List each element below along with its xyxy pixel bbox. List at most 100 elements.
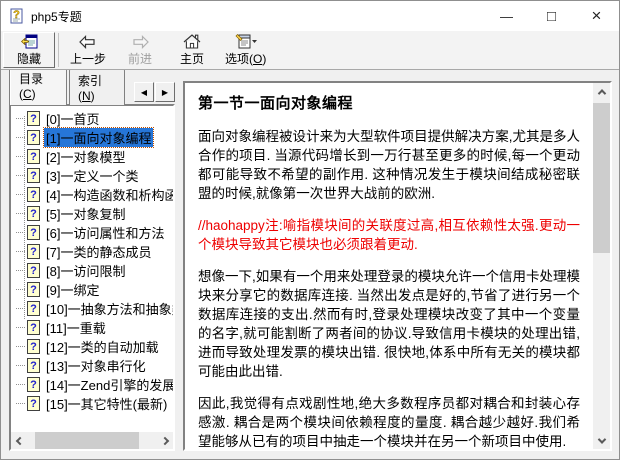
svg-text:?: ?: [30, 322, 37, 334]
help-topic-icon: ?: [27, 206, 40, 221]
tree-item-label: [5]一对象复制: [44, 204, 127, 223]
toolbar-separator: [58, 33, 59, 67]
tree-item[interactable]: ? [7]一类的静态成员: [16, 242, 171, 261]
tree-connector: [16, 403, 25, 404]
back-arrow-icon: [78, 34, 98, 50]
scroll-left-button[interactable]: [11, 432, 28, 449]
svg-text:?: ?: [30, 113, 37, 125]
body-paragraph: 想像一下,如果有一个用来处理登录的模块允许一个信用卡处理模块来分享它的数据库连接…: [198, 267, 580, 381]
back-button[interactable]: 上一步: [62, 32, 114, 68]
tree-item[interactable]: ? [8]一访问限制: [16, 261, 171, 280]
tree-connector: [16, 232, 25, 233]
tree-item[interactable]: ?[1]一面向对象编程: [16, 128, 171, 147]
tab-scroll-buttons: ◀▶: [134, 82, 175, 102]
tree-horizontal-scrollbar[interactable]: [11, 432, 173, 449]
topic-content-pane: 第一节一面向对象编程 面向对象编程被设计来为大型软件项目提供解决方案,尤其是多人…: [183, 81, 612, 451]
tree-item-label: [0]一首页: [44, 109, 101, 128]
tree-item[interactable]: ?[13]一对象串行化: [16, 356, 171, 375]
tab-contents[interactable]: 目录(C): [9, 70, 67, 105]
maximize-button[interactable]: □: [529, 1, 574, 31]
tree-item-label: [3]一定义一个类: [44, 166, 140, 185]
tree-item[interactable]: ?[6]一访问属性和方法: [16, 223, 171, 242]
tree-connector: [16, 175, 25, 176]
help-topic-icon: ?: [27, 339, 40, 354]
content-vertical-scrollbar[interactable]: [593, 83, 610, 449]
chevron-left-icon: [15, 436, 23, 444]
tree-connector: [16, 270, 25, 271]
tree-item[interactable]: ?[12]一类的自动加载: [16, 337, 171, 356]
tab-strip: 目录(C)索引(N)◀▶: [9, 81, 175, 104]
tree-item-label: [14]一Zend引擎的发展: [44, 375, 175, 394]
scroll-down-button[interactable]: [593, 432, 610, 449]
tab-scroll-right-button[interactable]: ▶: [155, 82, 175, 102]
svg-text:?: ?: [30, 303, 37, 315]
toolbar-button-label: 上一步: [70, 50, 106, 67]
tree-item[interactable]: ?[10]一抽象方法和抽象类: [16, 299, 171, 318]
tree-item-label: [2]一对象模型: [44, 147, 127, 166]
svg-text:?: ?: [30, 208, 37, 220]
home-icon: [182, 33, 202, 50]
tree-item-label: [4]一构造函数和析构函数: [44, 185, 175, 204]
help-topic-icon: ?: [27, 244, 40, 259]
options-dropdown-icon: [234, 33, 258, 50]
help-app-icon: ?: [9, 8, 25, 24]
vertical-scrollbar-thumb[interactable]: [593, 103, 610, 253]
scroll-right-button[interactable]: [156, 432, 173, 449]
options-button[interactable]: 选项(O): [218, 32, 273, 68]
tree-item[interactable]: ? [5]一对象复制: [16, 204, 171, 223]
tree-item-label: [13]一对象串行化: [44, 356, 148, 375]
tab-index[interactable]: 索引(N): [69, 70, 125, 105]
tree-item-label: [15]一其它特性(最新): [44, 394, 169, 413]
tree-item-label: [8]一访问限制: [44, 261, 127, 280]
tree-item[interactable]: ? [3]一定义一个类: [16, 166, 171, 185]
svg-text:?: ?: [30, 379, 37, 391]
tree-item[interactable]: ?[11]一重载: [16, 318, 171, 337]
help-topic-icon: ?: [27, 263, 40, 278]
tree-item-label: [7]一类的静态成员: [44, 242, 153, 261]
svg-text:?: ?: [30, 227, 37, 239]
help-topic-icon: ?: [27, 168, 40, 183]
forward-button[interactable]: 前进: [114, 32, 166, 68]
tree-connector: [16, 327, 25, 328]
tree-connector: [16, 251, 25, 252]
tree-item[interactable]: ? [15]一其它特性(最新): [16, 394, 171, 413]
chevron-down-icon: [597, 435, 605, 443]
main-area: 目录(C)索引(N)◀▶ ?[0]一首页?[1]一面向对象编程?[2]一对象模型…: [1, 70, 619, 459]
svg-text:?: ?: [30, 132, 37, 144]
scroll-up-button[interactable]: [593, 83, 610, 100]
help-topic-icon: ?: [27, 111, 40, 126]
tree-item[interactable]: ?[14]一Zend引擎的发展: [16, 375, 171, 394]
toolbar-button-label: 前进: [128, 50, 152, 67]
tree-item[interactable]: ? [2]一对象模型: [16, 147, 171, 166]
tab-scroll-left-button[interactable]: ◀: [134, 82, 154, 102]
help-topic-icon: ?: [27, 396, 40, 411]
tree-connector: [16, 289, 25, 290]
help-topic-icon: ?: [27, 130, 40, 145]
svg-text:?: ?: [30, 341, 37, 353]
help-topic-icon: ?: [27, 149, 40, 164]
tree-item-label: [10]一抽象方法和抽象类: [44, 299, 175, 318]
tree-item[interactable]: ?[4]一构造函数和析构函数: [16, 185, 171, 204]
minimize-button[interactable]: —: [484, 1, 529, 31]
horizontal-scrollbar-thumb[interactable]: [35, 432, 139, 449]
hide-button[interactable]: 隐藏: [3, 32, 55, 68]
help-topic-icon: ?: [27, 320, 40, 335]
toolbar-button-label: 选项(O): [225, 50, 266, 67]
body-paragraph: 因此,我觉得有点戏剧性地,绝大多数程序员都对耦合和封装心存感激. 耦合是两个模块…: [198, 394, 580, 451]
forward-arrow-icon: [130, 34, 150, 50]
tree-item[interactable]: ? [0]一首页: [16, 109, 171, 128]
tree-connector: [16, 194, 25, 195]
svg-text:?: ?: [30, 170, 37, 182]
toolbar-button-label: 隐藏: [17, 50, 41, 67]
navigation-pane: 目录(C)索引(N)◀▶ ? [0]一首页?[1]一面向对象编程? [2]一对象模型…: [9, 81, 175, 451]
tree-connector: [16, 308, 25, 309]
tree-connector: [16, 213, 25, 214]
close-button[interactable]: ×: [574, 1, 619, 31]
topic-heading: 第一节一面向对象编程: [198, 92, 580, 113]
svg-text:?: ?: [30, 151, 37, 163]
help-topic-icon: ?: [27, 301, 40, 316]
topic-paragraphs: 面向对象编程被设计来为大型软件项目提供解决方案,尤其是多人合作的项目. 当源代码…: [198, 127, 580, 451]
tree-item[interactable]: ?[9]一绑定: [16, 280, 171, 299]
tree-connector: [16, 137, 25, 138]
home-button[interactable]: 主页: [166, 32, 218, 68]
